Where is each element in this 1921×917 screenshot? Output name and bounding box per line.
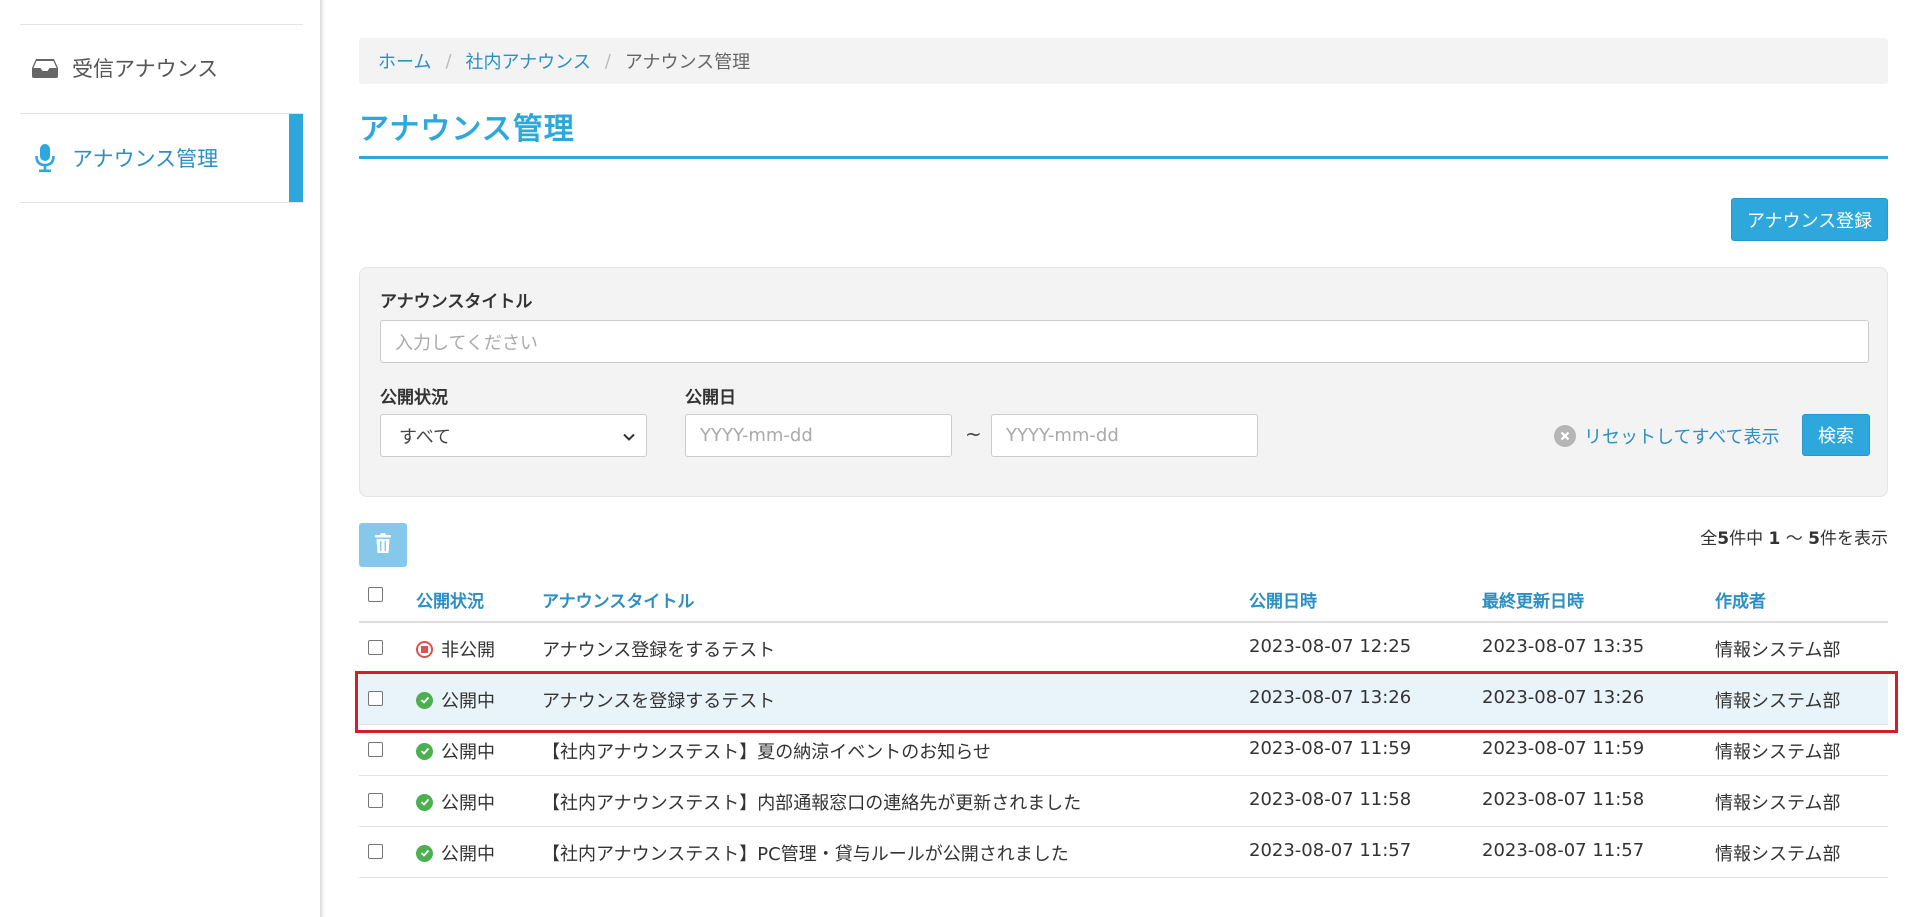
status-select[interactable]: すべて [380, 414, 647, 457]
title-cell[interactable]: 【社内アナウンステスト】PC管理・貸与ルールが公開されました [542, 840, 1069, 866]
author-cell: 情報システム部 [1715, 640, 1841, 661]
sidebar-border [320, 0, 325, 917]
column-header-author[interactable]: 作成者 [1715, 587, 1766, 612]
announcement-table: 公開状況 アナウンスタイトル 公開日時 最終更新日時 作成者 非公開 アナウンス… [359, 577, 1888, 878]
clear-circle-icon [1554, 425, 1576, 447]
table-header: 公開状況 アナウンスタイトル 公開日時 最終更新日時 作成者 [359, 577, 1888, 623]
published-cell: 2023-08-07 11:57 [1249, 840, 1412, 861]
reset-filter-link[interactable]: リセットしてすべて表示 [1554, 423, 1779, 449]
row-checkbox[interactable] [368, 640, 383, 655]
status-cell: 公開中 [416, 789, 495, 815]
updated-cell: 2023-08-07 11:58 [1482, 789, 1645, 810]
published-check-icon [416, 844, 433, 862]
date-from-input[interactable]: YYYY-mm-dd [685, 414, 952, 457]
table-row[interactable]: 非公開 アナウンス登録をするテスト 2023-08-07 12:25 2023-… [359, 623, 1888, 674]
register-announcement-button[interactable]: アナウンス登録 [1731, 198, 1888, 241]
breadcrumb-home-link[interactable]: ホーム [378, 48, 431, 74]
select-all-checkbox[interactable] [368, 587, 383, 602]
date-filter-label: 公開日 [685, 388, 736, 408]
updated-cell: 2023-08-07 13:26 [1482, 687, 1645, 708]
published-cell: 2023-08-07 11:58 [1249, 789, 1412, 810]
author-cell: 情報システム部 [1715, 691, 1841, 712]
author-cell: 情報システム部 [1715, 742, 1841, 763]
row-checkbox[interactable] [368, 793, 383, 808]
published-cell: 2023-08-07 12:25 [1249, 636, 1412, 657]
status-cell: 公開中 [416, 687, 495, 713]
date-range-separator: ~ [965, 422, 982, 446]
date-to-input[interactable]: YYYY-mm-dd [991, 414, 1258, 457]
active-indicator [289, 114, 303, 202]
table-row[interactable]: 公開中 【社内アナウンステスト】PC管理・貸与ルールが公開されました 2023-… [359, 827, 1888, 878]
status-cell: 公開中 [416, 738, 495, 764]
sidebar-item-announcement-management[interactable]: アナウンス管理 [20, 114, 303, 202]
author-cell: 情報システム部 [1715, 844, 1841, 865]
updated-cell: 2023-08-07 11:59 [1482, 738, 1645, 759]
row-checkbox[interactable] [368, 691, 383, 706]
result-count: 全5件中 1 〜 5件を表示 [1700, 529, 1888, 549]
title-cell[interactable]: アナウンス登録をするテスト [542, 636, 775, 662]
range-end: 5 [1808, 529, 1820, 549]
updated-cell: 2023-08-07 11:57 [1482, 840, 1645, 861]
author-cell: 情報システム部 [1715, 793, 1841, 814]
row-checkbox[interactable] [368, 844, 383, 859]
status-text: 公開中 [441, 793, 495, 814]
title-search-input[interactable]: 入力してください [380, 320, 1869, 363]
inbox-icon [30, 53, 60, 83]
status-cell: 非公開 [416, 636, 495, 662]
search-panel: アナウンスタイトル 入力してください 公開状況 すべて 公開日 YYYY-mm-… [359, 267, 1888, 497]
delete-selected-button[interactable] [359, 523, 407, 567]
table-row[interactable]: 公開中 アナウンスを登録するテスト 2023-08-07 13:26 2023-… [359, 674, 1888, 725]
trash-icon [374, 532, 392, 559]
column-header-status[interactable]: 公開状況 [416, 587, 484, 612]
breadcrumb-current: アナウンス管理 [624, 52, 751, 73]
status-text: 公開中 [441, 844, 495, 865]
updated-cell: 2023-08-07 13:35 [1482, 636, 1645, 657]
search-button[interactable]: 検索 [1802, 414, 1870, 456]
table-row[interactable]: 公開中 【社内アナウンステスト】内部通報窓口の連絡先が更新されました 2023-… [359, 776, 1888, 827]
title-cell[interactable]: 【社内アナウンステスト】夏の納涼イベントのお知らせ [542, 738, 991, 764]
breadcrumb: ホーム / 社内アナウンス / アナウンス管理 [359, 38, 1888, 84]
status-cell: 公開中 [416, 840, 495, 866]
status-select-value: すべて [399, 426, 452, 448]
title-cell[interactable]: アナウンスを登録するテスト [542, 687, 775, 713]
status-text: 公開中 [441, 691, 495, 712]
status-text: 非公開 [441, 640, 495, 661]
status-filter-label: 公開状況 [380, 388, 448, 408]
range-start: 1 [1768, 529, 1781, 549]
title-filter-label: アナウンスタイトル [380, 292, 533, 312]
published-check-icon [416, 793, 433, 811]
column-header-published[interactable]: 公開日時 [1249, 587, 1317, 612]
microphone-icon [30, 143, 60, 173]
column-header-title[interactable]: アナウンスタイトル [542, 587, 694, 612]
breadcrumb-internal-announcements-link[interactable]: 社内アナウンス [466, 48, 591, 74]
total-count: 5 [1717, 529, 1730, 549]
breadcrumb-separator: / [604, 50, 611, 72]
status-text: 公開中 [441, 742, 495, 763]
column-header-updated[interactable]: 最終更新日時 [1482, 587, 1584, 612]
page-title: アナウンス管理 [359, 112, 575, 147]
chevron-down-icon [622, 428, 636, 449]
published-check-icon [416, 691, 433, 709]
title-underline [359, 156, 1888, 159]
reset-filter-label: リセットしてすべて表示 [1584, 427, 1780, 448]
sidebar: 受信アナウンス アナウンス管理 [0, 0, 320, 917]
breadcrumb-separator: / [445, 50, 452, 72]
sidebar-item-label: アナウンス管理 [72, 147, 219, 171]
unpublished-status-icon [416, 640, 433, 658]
row-checkbox[interactable] [368, 742, 383, 757]
table-row[interactable]: 公開中 【社内アナウンステスト】夏の納涼イベントのお知らせ 2023-08-07… [359, 725, 1888, 776]
published-cell: 2023-08-07 13:26 [1249, 687, 1412, 708]
sidebar-item-label: 受信アナウンス [72, 57, 219, 81]
sidebar-divider [20, 202, 303, 203]
published-check-icon [416, 742, 433, 760]
title-cell[interactable]: 【社内アナウンステスト】内部通報窓口の連絡先が更新されました [542, 789, 1081, 815]
sidebar-item-inbox-announcements[interactable]: 受信アナウンス [20, 24, 303, 112]
published-cell: 2023-08-07 11:59 [1249, 738, 1412, 759]
